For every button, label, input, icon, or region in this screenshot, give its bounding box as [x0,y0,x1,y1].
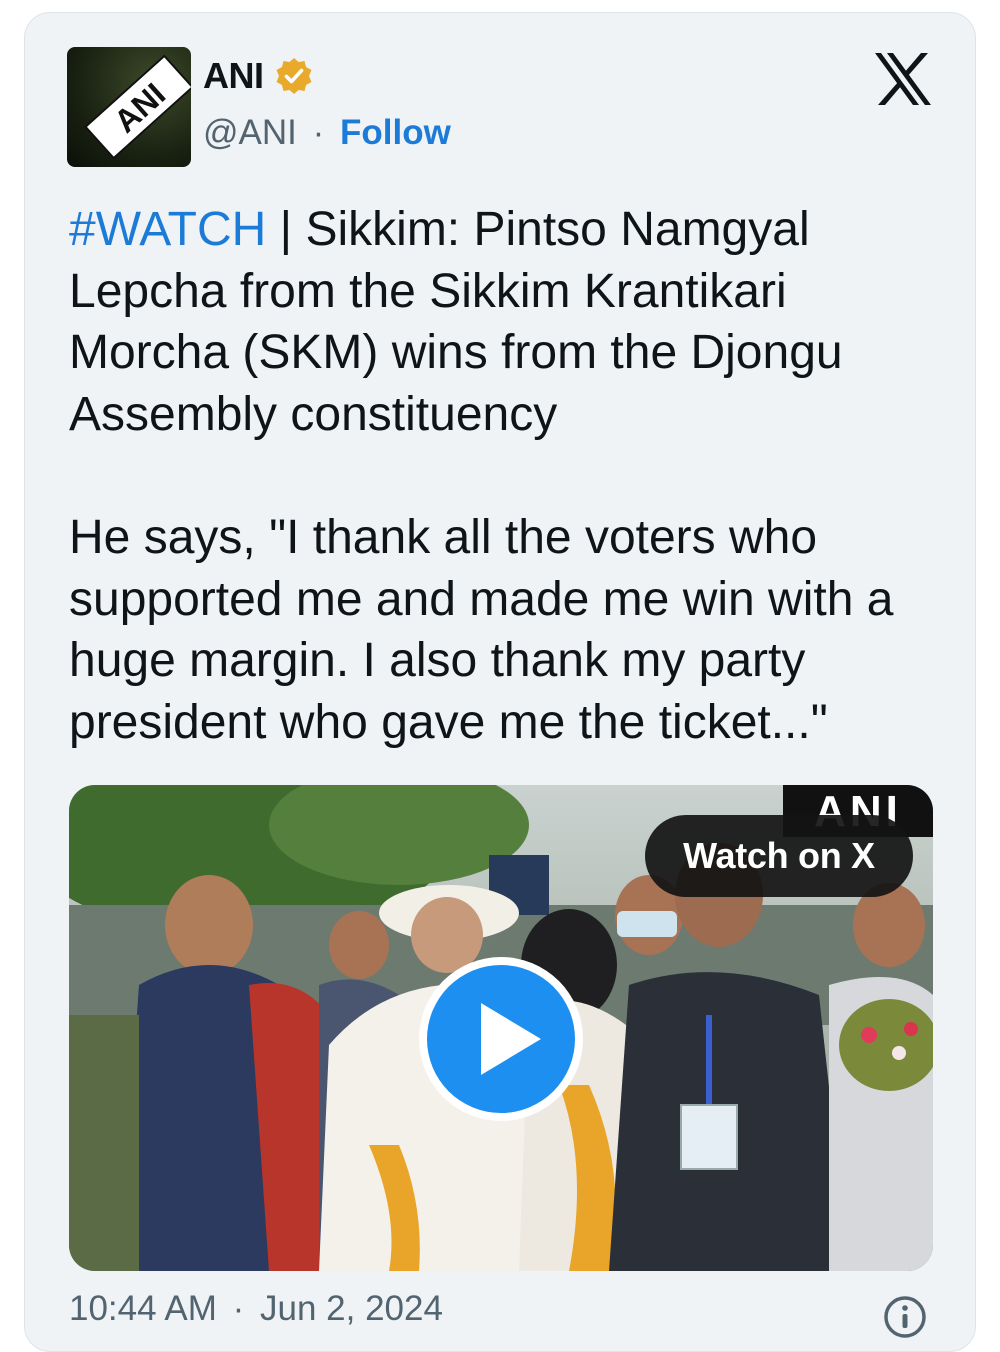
handle-separator: · [312,113,325,152]
tweet-paragraph-2: He says, "I thank all the voters who sup… [69,511,894,749]
hashtag-link[interactable]: #WATCH [69,203,266,256]
video-thumbnail[interactable]: ANI Watch on X [69,785,933,1271]
watch-on-x-button[interactable]: Watch on X [645,815,913,897]
tweet-text: #WATCH | Sikkim: Pintso Namgyal Lepcha f… [69,199,939,753]
tweet-paragraph-1: #WATCH | Sikkim: Pintso Namgyal Lepcha f… [69,199,939,445]
author-handle-row: @ANI · Follow [203,113,451,153]
timestamp-separator: · [232,1289,245,1328]
author-avatar[interactable]: ANI [67,47,191,167]
x-logo-icon[interactable] [873,51,933,107]
tweet-date: Jun 2, 2024 [260,1289,443,1328]
author-name[interactable]: ANI [203,55,264,97]
play-icon[interactable] [415,953,587,1125]
author-name-row: ANI [203,55,314,97]
ani-logo: ANI [84,54,191,160]
info-icon[interactable] [883,1295,927,1339]
tweet-timestamp[interactable]: 10:44 AM · Jun 2, 2024 [69,1289,443,1329]
follow-button[interactable]: Follow [340,113,451,152]
tweet-card[interactable]: ANI ANI @ANI · Follow #WATCH | Sikkim: P… [24,12,976,1352]
tweet-time: 10:44 AM [69,1289,217,1328]
author-handle[interactable]: @ANI [203,113,297,152]
verified-badge-icon [276,58,311,94]
